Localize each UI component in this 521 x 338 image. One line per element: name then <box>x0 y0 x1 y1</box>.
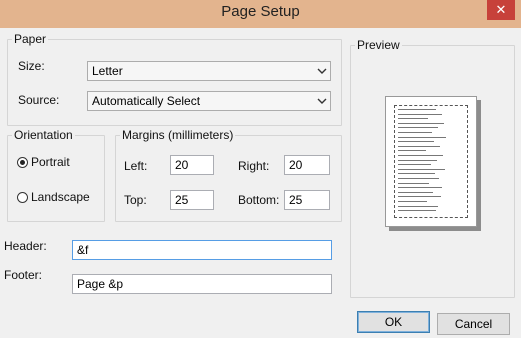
preview-text-line <box>398 201 427 202</box>
preview-text-line <box>398 109 436 110</box>
landscape-radio[interactable] <box>17 192 28 203</box>
margins-group-label: Margins (millimeters) <box>122 128 234 142</box>
top-margin-label: Top: <box>124 193 147 207</box>
left-margin-label: Left: <box>124 159 148 173</box>
orientation-group: Orientation <box>7 128 105 222</box>
preview-text-line <box>398 191 433 193</box>
right-margin-input[interactable] <box>284 155 330 175</box>
close-button[interactable]: ✕ <box>487 0 515 20</box>
cancel-button[interactable]: Cancel <box>437 313 510 335</box>
preview-text-line <box>398 127 438 129</box>
preview-text-line <box>398 187 442 189</box>
window-title: Page Setup <box>221 3 300 20</box>
preview-print-area <box>394 105 468 218</box>
header-label: Header: <box>4 239 47 253</box>
preview-text-line <box>398 164 431 166</box>
preview-text-line <box>398 150 426 152</box>
footer-input[interactable] <box>72 274 332 294</box>
orientation-group-label: Orientation <box>14 128 73 142</box>
source-label: Source: <box>18 93 60 107</box>
right-margin-label: Right: <box>238 159 270 173</box>
preview-text-line <box>398 145 440 147</box>
preview-text-line <box>398 141 434 143</box>
top-margin-input[interactable] <box>170 190 214 210</box>
size-label: Size: <box>18 59 45 73</box>
source-select[interactable]: Automatically Select <box>87 91 331 111</box>
left-margin-input[interactable] <box>170 155 214 175</box>
source-select-value: Automatically Select <box>92 94 201 108</box>
bottom-margin-input[interactable] <box>284 190 330 210</box>
preview-text-line <box>398 155 443 156</box>
size-select[interactable]: Letter <box>87 61 331 81</box>
preview-text-line <box>398 118 428 120</box>
size-select-value: Letter <box>92 64 123 78</box>
portrait-label[interactable]: Portrait <box>31 155 70 169</box>
preview-text-line <box>398 122 444 124</box>
landscape-label[interactable]: Landscape <box>31 190 90 204</box>
chevron-down-icon <box>317 98 327 104</box>
page-setup-dialog: Page Setup ✕ Paper Size: Letter Source: … <box>0 0 521 338</box>
preview-text-line <box>398 168 445 170</box>
ok-button[interactable]: OK <box>357 311 430 333</box>
close-icon: ✕ <box>495 2 507 17</box>
chevron-down-icon <box>317 68 327 74</box>
preview-text-line <box>398 210 436 212</box>
footer-label: Footer: <box>4 268 43 282</box>
title-bar: Page Setup ✕ <box>0 0 521 28</box>
paper-group-label: Paper <box>14 32 47 46</box>
bottom-margin-label: Bottom: <box>238 193 280 207</box>
preview-text-line <box>398 173 435 175</box>
preview-text-line <box>398 205 438 207</box>
header-input[interactable] <box>72 240 332 260</box>
preview-text-line <box>398 196 441 198</box>
preview-text-line <box>398 132 432 133</box>
preview-text-line <box>398 113 442 115</box>
portrait-radio[interactable] <box>17 157 28 168</box>
radio-selected-dot <box>20 160 25 165</box>
preview-text-line <box>398 136 446 138</box>
preview-text-line <box>398 182 429 184</box>
preview-group-label: Preview <box>357 38 400 52</box>
preview-text-line <box>398 159 437 161</box>
preview-page <box>385 96 477 227</box>
preview-text-line <box>398 178 439 179</box>
